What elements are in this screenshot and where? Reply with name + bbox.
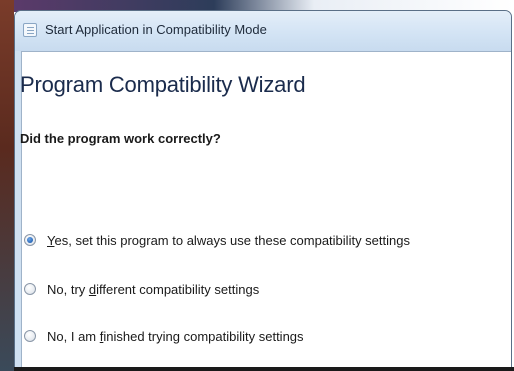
wizard-content [21,51,511,367]
desktop-background [0,0,14,371]
window-title: Start Application in Compatibility Mode [45,22,267,37]
option-try-different-label[interactable]: No, try different compatibility settings [47,282,259,297]
option-yes-label[interactable]: Yes, set this program to always use thes… [47,233,410,248]
title-bar[interactable]: Start Application in Compatibility Mode [15,11,511,51]
question-label: Did the program work correctly? [20,131,221,146]
option-finished-trying[interactable]: No, I am finished trying compatibility s… [24,326,304,346]
option-finished-label[interactable]: No, I am finished trying compatibility s… [47,329,304,344]
wizard-window: Start Application in Compatibility Mode [14,10,512,368]
option-yes-keep-settings[interactable]: Yes, set this program to always use thes… [24,230,410,250]
option-yes-radio[interactable] [24,234,36,246]
option-try-different-radio[interactable] [24,283,36,295]
window-app-icon [23,23,37,37]
page-title: Program Compatibility Wizard [20,72,306,97]
window-bottom-edge [14,367,514,371]
option-try-different-settings[interactable]: No, try different compatibility settings [24,279,259,299]
option-finished-radio[interactable] [24,330,36,342]
